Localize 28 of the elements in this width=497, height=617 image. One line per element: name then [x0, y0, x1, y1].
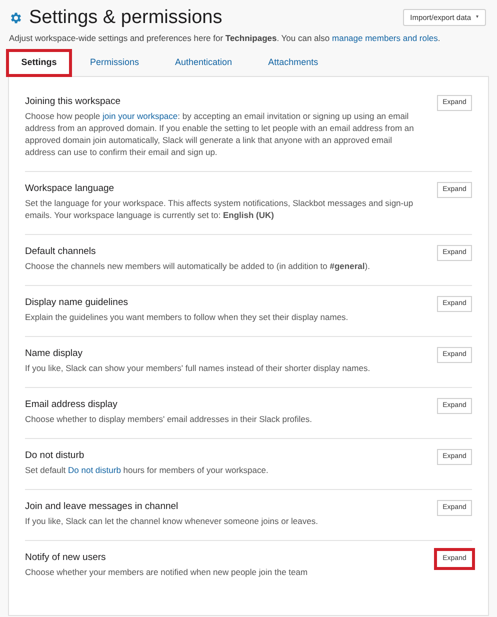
setting-description: Set default Do not disturb hours for members of your workspace. [25, 464, 270, 476]
tab[interactable]: Permissions [72, 49, 158, 77]
tab[interactable]: Authentication [157, 49, 250, 77]
setting-description: Set the language for your workspace. This affects system notifications, Slackbot messages and sign-up emails. Your workspace language is currently set to: English (UK) [25, 197, 414, 221]
setting-title: Notify of new users [25, 551, 107, 564]
setting-description: Choose the channels new members will automatically be added to (in addition to #general). [25, 260, 371, 272]
setting-title: Workspace language [25, 182, 116, 195]
setting-title: Name display [25, 347, 84, 360]
setting-title: Default channels [25, 245, 97, 258]
setting-description: Choose whether your members are notified when new people join the team [25, 566, 309, 578]
tab[interactable]: Settings [6, 49, 72, 77]
page-title: Settings & permissions [29, 6, 222, 30]
setting-title: Display name guidelines [25, 296, 129, 309]
page-description: Adjust workspace-wide settings and preferences here for Technipages. You can also manage members and roles. [8, 32, 442, 44]
setting-title: Do not disturb [25, 449, 86, 462]
setting-description: If you like, Slack can let the channel know whenever someone joins or leaves. [25, 515, 319, 527]
setting-description: Choose how people join your workspace: by accepting an email invitation or signing up using an email address from an approved domain. If you enable the setting to let people with an email address from an approved domain join automatically, Slack will generate a link that anyone with an approved email address can use to confirm their email and sign up. [25, 110, 415, 158]
setting-description: Explain the guidelines you want members to follow when they set their display names. [25, 311, 350, 323]
setting-title: Email address display [25, 398, 118, 411]
tab[interactable]: Attachments [250, 49, 336, 77]
link[interactable]: Do not disturb [68, 465, 121, 475]
setting-description: If you like, Slack can show your members' full names instead of their shorter display names. [25, 362, 372, 374]
setting-title: Join and leave messages in channel [25, 500, 180, 513]
setting-description: Choose whether to display members' email addresses in their Slack profiles. [25, 413, 313, 425]
link[interactable]: join your workspace [102, 111, 178, 121]
gear-icon [9, 11, 23, 25]
link[interactable]: manage members and roles [332, 33, 438, 43]
setting-title: Joining this workspace [25, 95, 122, 108]
